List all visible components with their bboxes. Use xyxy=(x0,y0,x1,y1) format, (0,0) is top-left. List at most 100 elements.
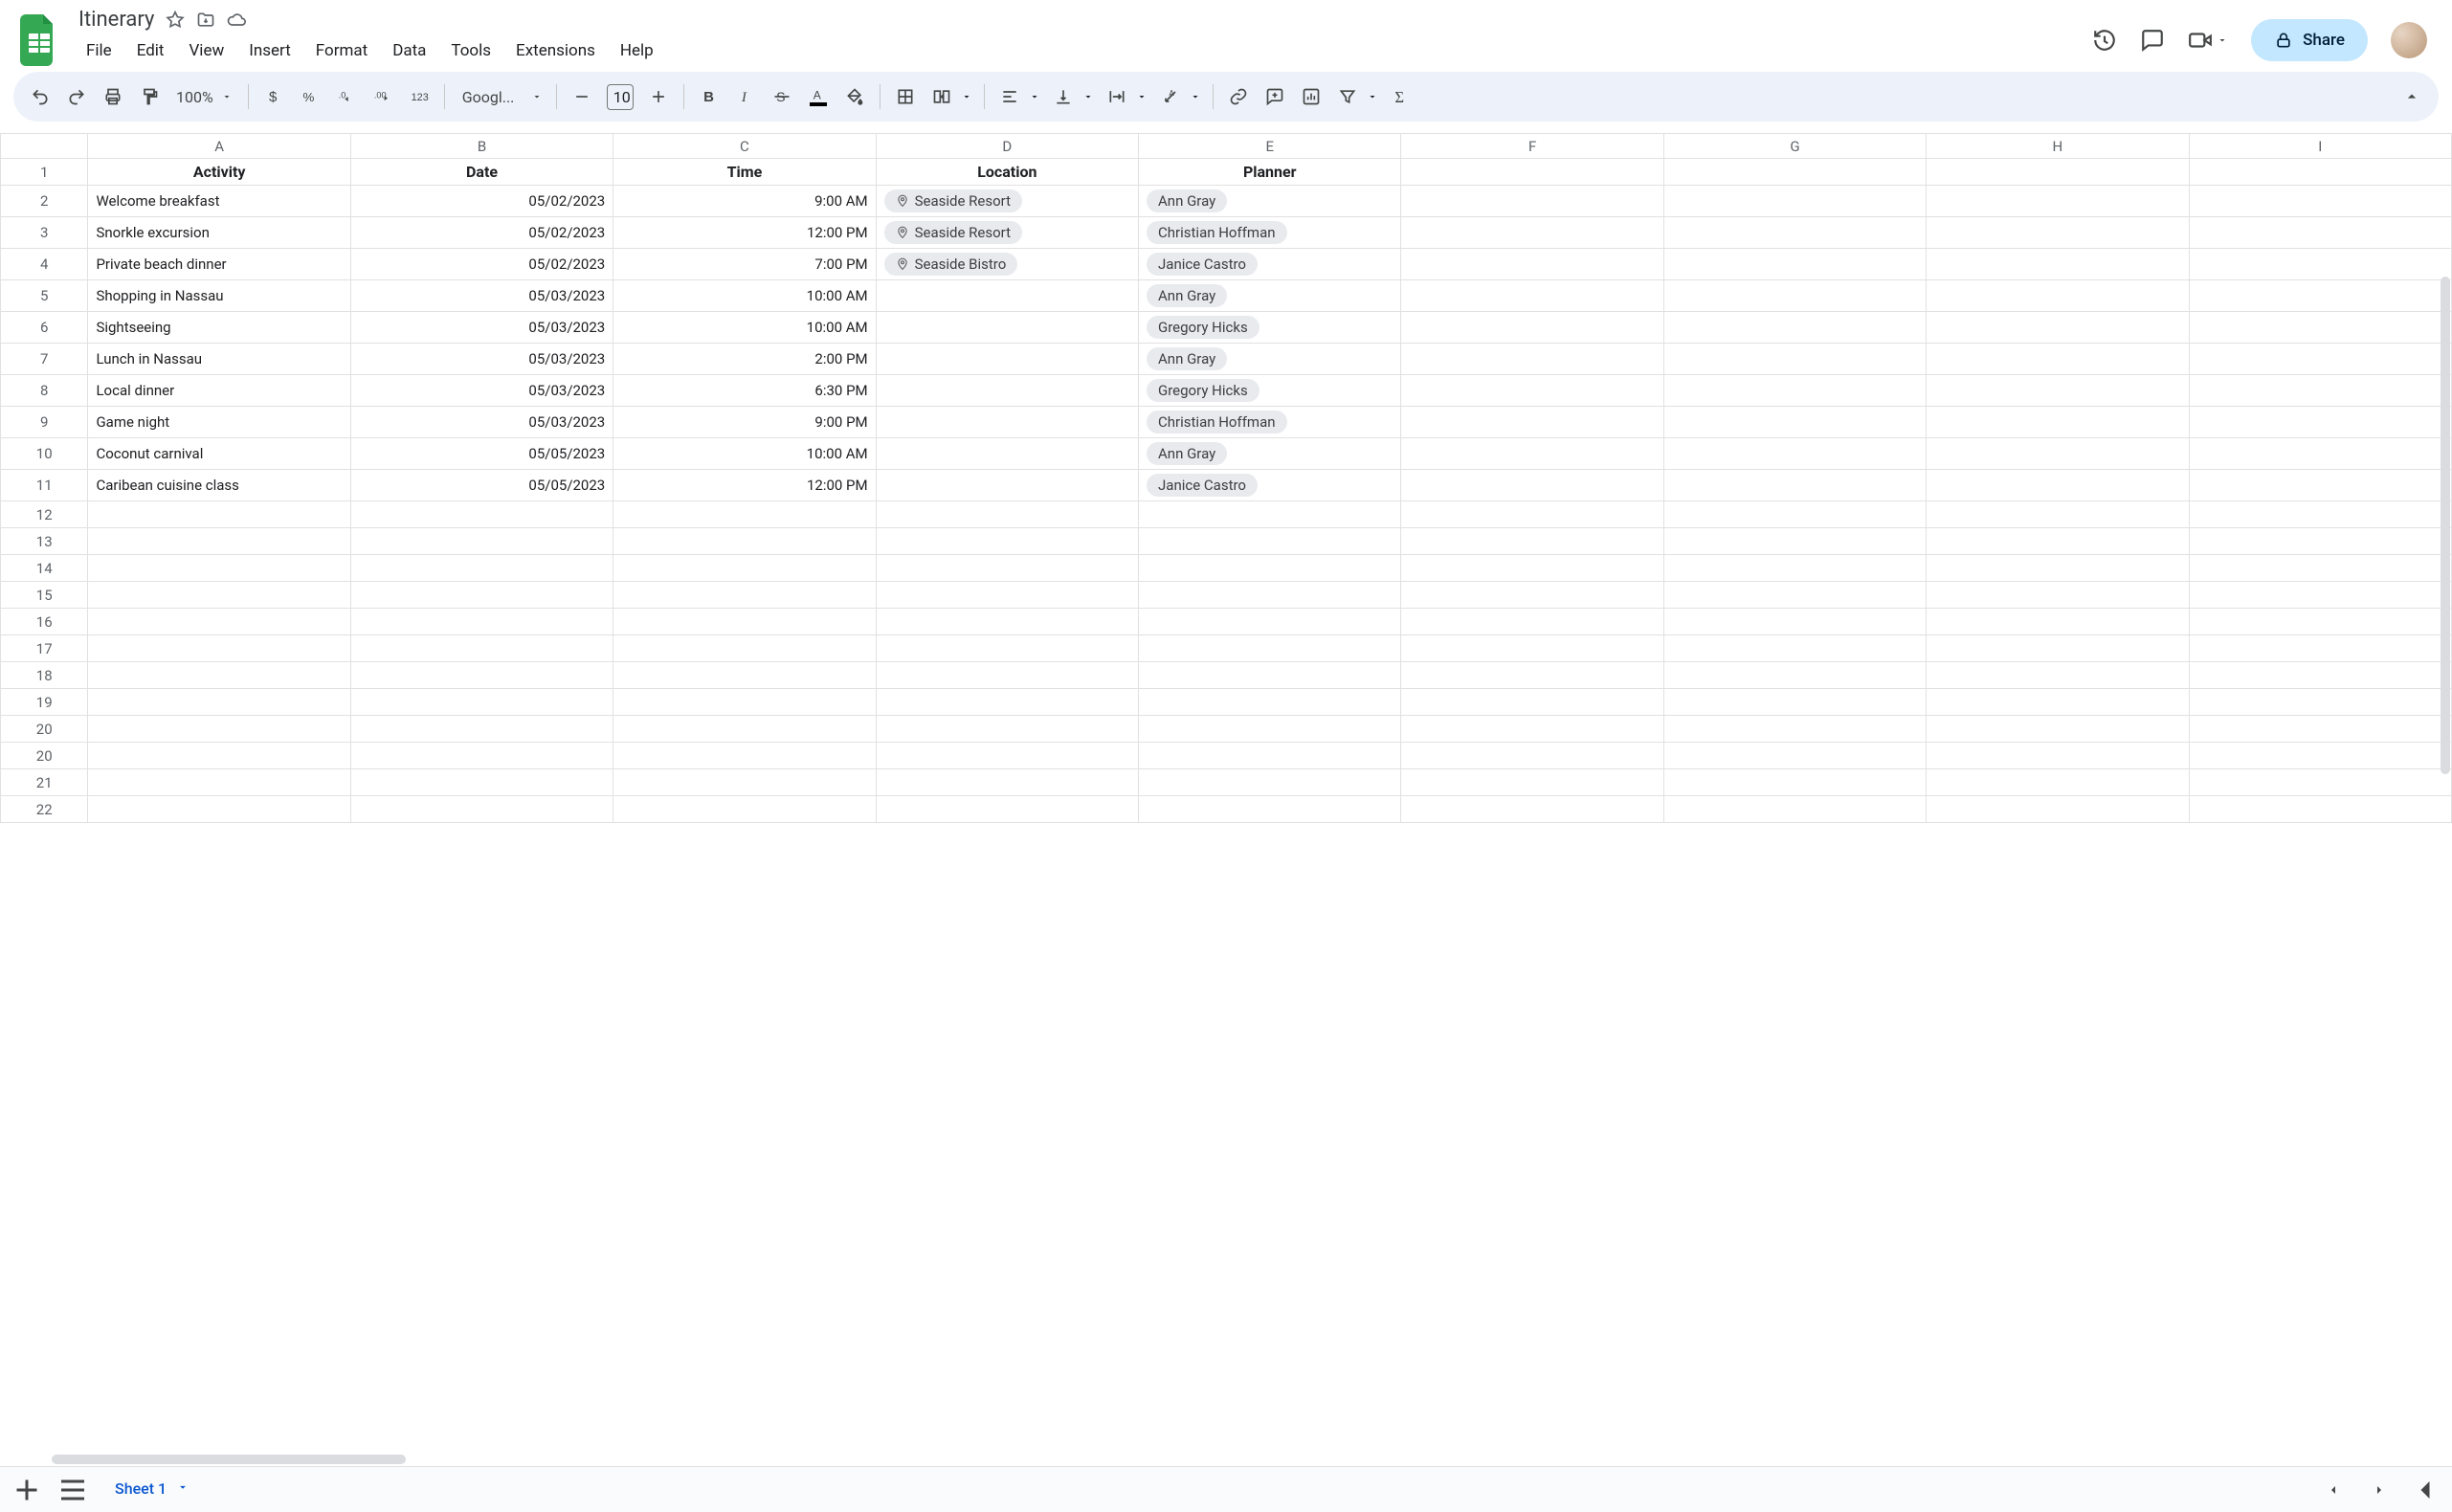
cell[interactable] xyxy=(2189,609,2451,635)
sheet-tab[interactable]: Sheet 1 xyxy=(101,1472,203,1508)
row-header[interactable]: 4 xyxy=(1,249,88,280)
cell[interactable] xyxy=(1927,501,2189,528)
cell[interactable] xyxy=(1663,769,1926,796)
row-header[interactable]: 18 xyxy=(1,662,88,689)
cell[interactable] xyxy=(1663,689,1926,716)
cell[interactable] xyxy=(1663,186,1926,217)
font-select[interactable]: Googl... xyxy=(453,88,548,106)
cell[interactable] xyxy=(2189,375,2451,407)
cell[interactable] xyxy=(2189,635,2451,662)
cell[interactable] xyxy=(2189,689,2451,716)
cell[interactable] xyxy=(876,796,1138,823)
cell-planner[interactable]: Ann Gray xyxy=(1139,280,1401,312)
cell[interactable] xyxy=(1401,312,1663,344)
cell[interactable] xyxy=(350,743,613,769)
add-sheet-button[interactable] xyxy=(10,1473,44,1507)
text-color-button[interactable]: A xyxy=(801,79,836,114)
move-icon[interactable] xyxy=(196,11,215,30)
cell[interactable] xyxy=(88,635,350,662)
menu-format[interactable]: Format xyxy=(304,35,379,66)
wrap-button[interactable] xyxy=(1100,79,1151,114)
undo-button[interactable] xyxy=(23,79,57,114)
row-header[interactable]: 8 xyxy=(1,375,88,407)
cell-time[interactable]: 9:00 PM xyxy=(613,407,876,438)
col-header-H[interactable]: H xyxy=(1927,134,2189,159)
col-header-E[interactable]: E xyxy=(1139,134,1401,159)
cell-location[interactable] xyxy=(876,375,1138,407)
decrease-font-button[interactable] xyxy=(565,79,599,114)
cell[interactable] xyxy=(1663,217,1926,249)
zoom-select[interactable]: 100% xyxy=(168,88,240,106)
cell-activity[interactable]: Private beach dinner xyxy=(88,249,350,280)
row-header[interactable]: 15 xyxy=(1,582,88,609)
menu-data[interactable]: Data xyxy=(381,35,437,66)
cell[interactable] xyxy=(1663,662,1926,689)
cell[interactable] xyxy=(2189,249,2451,280)
cell[interactable] xyxy=(1401,344,1663,375)
collapse-toolbar-button[interactable] xyxy=(2395,79,2429,114)
strikethrough-button[interactable]: S xyxy=(765,79,799,114)
print-button[interactable] xyxy=(96,79,130,114)
row-header[interactable]: 19 xyxy=(1,689,88,716)
insert-comment-button[interactable] xyxy=(1258,79,1292,114)
cell[interactable] xyxy=(1401,375,1663,407)
cell[interactable] xyxy=(1927,217,2189,249)
select-all-cell[interactable] xyxy=(1,134,88,159)
cell[interactable] xyxy=(876,501,1138,528)
cell-activity[interactable]: Game night xyxy=(88,407,350,438)
cell[interactable] xyxy=(1401,743,1663,769)
cell[interactable] xyxy=(613,689,876,716)
cell[interactable] xyxy=(876,582,1138,609)
col-header-F[interactable]: F xyxy=(1401,134,1663,159)
row-header[interactable]: 20 xyxy=(1,743,88,769)
cell-location[interactable]: Seaside Resort xyxy=(876,186,1138,217)
cell[interactable] xyxy=(1139,635,1401,662)
cell[interactable] xyxy=(88,555,350,582)
cell[interactable] xyxy=(2189,280,2451,312)
cell[interactable] xyxy=(1927,470,2189,501)
cell[interactable] xyxy=(1663,159,1926,186)
cell[interactable] xyxy=(88,501,350,528)
cell[interactable] xyxy=(1663,501,1926,528)
merge-cells-button[interactable] xyxy=(925,79,976,114)
cell[interactable] xyxy=(1927,555,2189,582)
cell[interactable] xyxy=(1927,438,2189,470)
cell[interactable] xyxy=(1401,662,1663,689)
cell[interactable] xyxy=(1927,743,2189,769)
account-avatar[interactable] xyxy=(2391,22,2427,58)
cell-activity[interactable]: Lunch in Nassau xyxy=(88,344,350,375)
cell[interactable] xyxy=(2189,769,2451,796)
cell-location[interactable]: Seaside Resort xyxy=(876,217,1138,249)
cell[interactable] xyxy=(2189,501,2451,528)
cell[interactable] xyxy=(1401,249,1663,280)
bold-button[interactable]: B xyxy=(692,79,726,114)
cell[interactable] xyxy=(350,582,613,609)
cell[interactable] xyxy=(2189,344,2451,375)
cell-activity[interactable]: Caribean cuisine class xyxy=(88,470,350,501)
cell[interactable] xyxy=(1927,528,2189,555)
cell[interactable] xyxy=(350,769,613,796)
cell[interactable] xyxy=(876,716,1138,743)
cell-location[interactable] xyxy=(876,407,1138,438)
cell[interactable] xyxy=(1927,769,2189,796)
vertical-scrollbar[interactable] xyxy=(2441,277,2450,774)
cell[interactable] xyxy=(1401,769,1663,796)
cell[interactable] xyxy=(1663,635,1926,662)
cell[interactable] xyxy=(1663,249,1926,280)
row-header[interactable]: 1 xyxy=(1,159,88,186)
cell-date[interactable]: 05/02/2023 xyxy=(350,186,613,217)
row-header[interactable]: 6 xyxy=(1,312,88,344)
explore-button[interactable] xyxy=(2408,1473,2442,1507)
cell-time[interactable]: 7:00 PM xyxy=(613,249,876,280)
row-header[interactable]: 2 xyxy=(1,186,88,217)
cell[interactable] xyxy=(1139,743,1401,769)
cell[interactable] xyxy=(1401,635,1663,662)
cell[interactable] xyxy=(1663,796,1926,823)
cell-activity[interactable]: Coconut carnival xyxy=(88,438,350,470)
scroll-tabs-right[interactable] xyxy=(2362,1473,2396,1507)
cell[interactable] xyxy=(350,635,613,662)
cell-date[interactable]: 05/03/2023 xyxy=(350,280,613,312)
rotate-button[interactable]: A xyxy=(1153,79,1205,114)
percent-button[interactable]: % xyxy=(293,79,327,114)
cell[interactable] xyxy=(1139,582,1401,609)
